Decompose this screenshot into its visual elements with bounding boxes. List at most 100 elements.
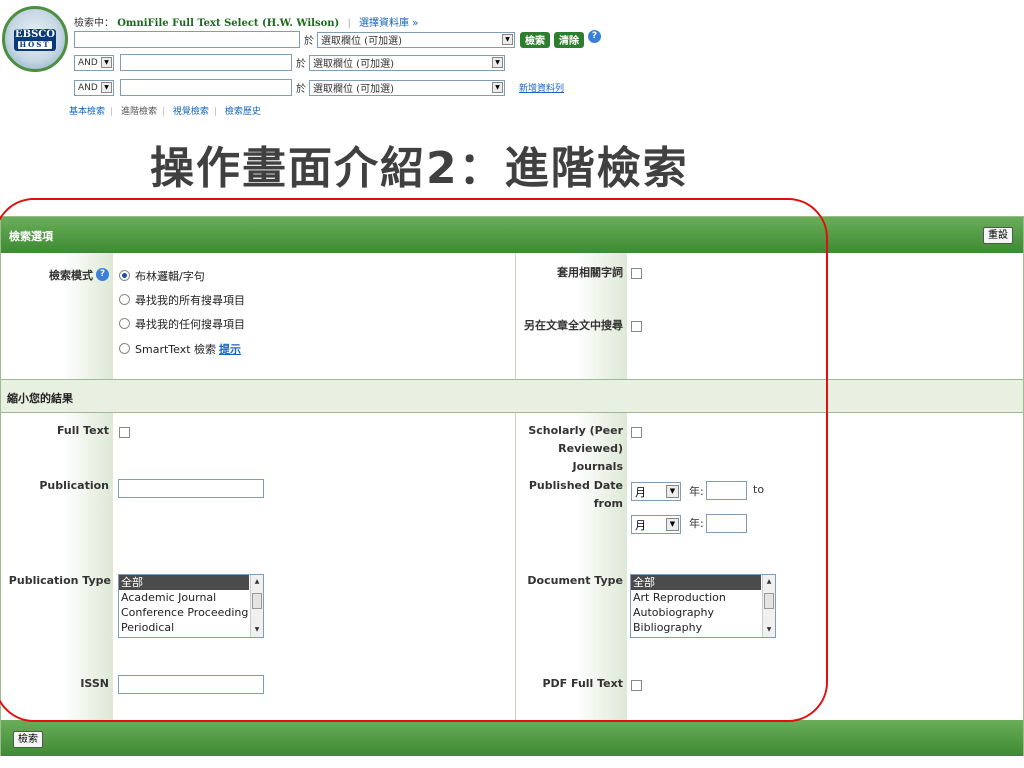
tab-advanced-search[interactable]: 進階檢索 [121,107,157,117]
search-mode-label: 檢索模式 [49,269,93,282]
chevron-down-icon: ▼ [101,57,112,68]
related-words-label: 套用相關字詞 [557,266,623,279]
logo-brand: EBSCO [15,29,55,40]
bool-operator-select-2[interactable]: AND ▼ [74,54,114,71]
list-item[interactable]: Bibliography [631,620,761,635]
field-select-2[interactable]: 選取欄位 (可加選) ▼ [309,54,505,71]
document-type-listbox[interactable]: 全部 Art Reproduction Autobiography Biblio… [630,574,776,638]
scholarly-label-line1: Scholarly (Peer [528,424,623,437]
publication-input[interactable] [118,479,264,498]
fulltext-search-label: 另在文章全文中搜尋 [524,319,623,332]
date-from-year-input[interactable] [706,481,747,500]
search-options-panel: 檢索選項 重設 檢索模式 ? 布林邏輯/字句 尋找我的所有搜尋項目 尋找我的任何… [0,216,1024,756]
search-row-3: AND ▼ 於 選取欄位 (可加選) ▼ 新增資料列 [74,79,564,96]
list-item[interactable]: Conference Proceeding [119,605,249,620]
search-mode-label-smarttext: SmartText 檢索 提示 [135,341,241,357]
tab-basic-search[interactable]: 基本檢索 [69,107,105,117]
database-name: OmniFile Full Text Select (H.W. Wilson) [117,18,340,29]
scholarly-checkbox[interactable] [631,427,642,438]
add-row-link[interactable]: 新增資料列 [519,81,564,94]
search-mode-radio-any[interactable] [119,318,130,329]
year-label: 年: [689,485,704,498]
list-item[interactable]: 全部 [119,575,249,590]
related-words-checkbox[interactable] [631,268,642,279]
search-mode-radio-boolean[interactable] [119,270,130,281]
hint-link[interactable]: 提示 [219,343,241,356]
bool-value: AND [78,82,98,93]
help-icon[interactable]: ? [96,268,109,281]
chevron-down-icon: ▼ [492,57,503,68]
search-term-input-2[interactable] [120,54,292,71]
pdf-full-text-label: PDF Full Text [542,677,623,690]
list-item[interactable]: Periodical [119,620,249,635]
chevron-down-icon: ▼ [666,485,679,498]
logo-sub: HOST [18,40,52,49]
date-to-year-input[interactable] [706,514,747,533]
date-to-month-select[interactable]: 月 ▼ [631,515,681,534]
options-header-bar: 檢索選項 重設 [1,217,1023,253]
search-mode-label-all: 尋找我的所有搜尋項目 [135,294,245,307]
month-value: 月 [635,518,646,532]
chevron-down-icon: ▼ [101,82,112,93]
search-tabs: 基本檢索 | 進階檢索 | 視覺檢索 | 檢索歷史 [69,107,261,117]
list-item[interactable]: Academic Journal [119,590,249,605]
help-icon[interactable]: ? [588,30,601,43]
field-select-1[interactable]: 選取欄位 (可加選) ▼ [317,31,515,48]
search-mode-label-any: 尋找我的任何搜尋項目 [135,318,245,331]
document-type-label: Document Type [527,574,623,587]
field-select-value: 選取欄位 (可加選) [321,36,402,47]
month-value: 月 [635,485,646,499]
scroll-thumb[interactable] [764,593,774,609]
field-select-value: 選取欄位 (可加選) [313,59,394,70]
search-button[interactable]: 檢索 [520,31,550,48]
limit-header: 縮小您的結果 [7,392,73,405]
scrollbar[interactable]: ▲ ▼ [250,575,263,637]
list-item[interactable]: 全部 [631,575,761,590]
search-row-2: AND ▼ 於 選取欄位 (可加選) ▼ [74,54,505,71]
search-mode-radio-smarttext[interactable] [119,343,130,354]
scroll-up-icon[interactable]: ▲ [252,577,262,587]
ebsco-host-logo[interactable]: EBSCO HOST [2,6,68,72]
column-divider [515,253,516,379]
clear-button[interactable]: 清除 [554,31,584,48]
limit-header-bar: 縮小您的結果 [1,379,1023,413]
issn-input[interactable] [118,675,264,694]
search-term-input-3[interactable] [120,79,292,96]
search-row-1: 於 選取欄位 (可加選) ▼ 檢索 清除 ? [74,30,601,48]
search-term-input-1[interactable] [74,31,300,48]
full-text-label: Full Text [56,424,109,437]
search-mode-radio-all[interactable] [119,294,130,305]
searching-line: 檢索中： OmniFile Full Text Select (H.W. Wil… [74,18,419,29]
scholarly-label: Scholarly (Peer Reviewed) Journals [517,422,623,476]
bool-value: AND [78,57,98,68]
field-select-3[interactable]: 選取欄位 (可加選) ▼ [309,79,505,96]
scroll-thumb[interactable] [252,593,262,609]
in-label: 於 [304,36,314,47]
date-from-month-select[interactable]: 月 ▼ [631,482,681,501]
tab-search-history[interactable]: 檢索歷史 [225,107,261,117]
smarttext-label: SmartText 檢索 [135,343,217,356]
fulltext-search-checkbox[interactable] [631,321,642,332]
choose-database-link[interactable]: 選擇資料庫 » [359,18,418,29]
publication-label: Publication [39,479,109,492]
chevron-down-icon: ▼ [492,82,503,93]
list-item[interactable]: Autobiography [631,605,761,620]
published-date-label: Published Date from [528,479,623,510]
pdf-full-text-checkbox[interactable] [631,680,642,691]
publication-type-listbox[interactable]: 全部 Academic Journal Conference Proceedin… [118,574,264,638]
to-label: to [753,483,765,496]
full-text-checkbox[interactable] [119,427,130,438]
field-select-value: 選取欄位 (可加選) [313,84,394,95]
in-label: 於 [296,84,306,95]
reset-button[interactable]: 重設 [983,227,1013,244]
scroll-down-icon[interactable]: ▼ [764,625,774,635]
logo-badge: EBSCO HOST [14,29,56,51]
list-item[interactable]: Art Reproduction [631,590,761,605]
scroll-up-icon[interactable]: ▲ [764,577,774,587]
bool-operator-select-3[interactable]: AND ▼ [74,79,114,96]
footer-search-button[interactable]: 檢索 [13,731,43,748]
tab-visual-search[interactable]: 視覺檢索 [173,107,209,117]
searching-label: 檢索中： [74,18,114,29]
scroll-down-icon[interactable]: ▼ [252,625,262,635]
scrollbar[interactable]: ▲ ▼ [762,575,775,637]
